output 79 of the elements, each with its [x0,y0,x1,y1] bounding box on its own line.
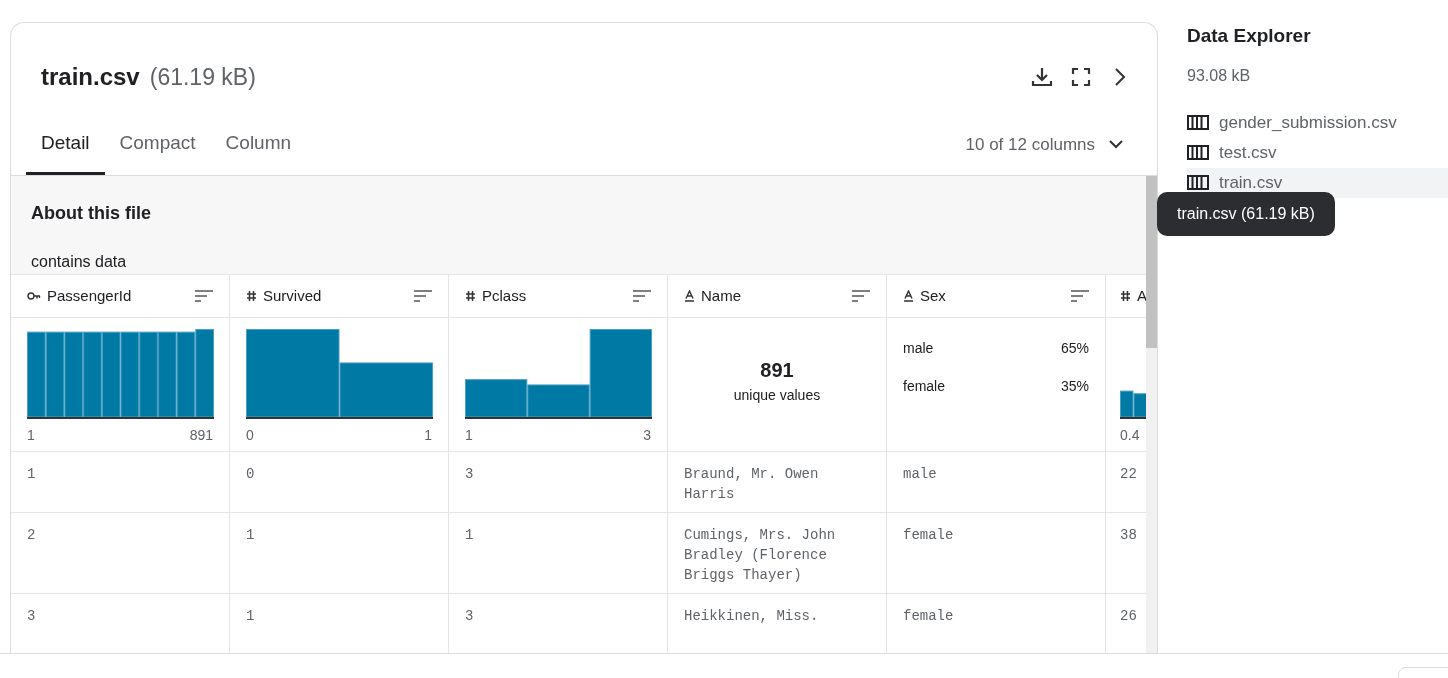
file-name: gender_submission.csv [1219,111,1397,134]
table-icon [1187,175,1209,190]
range-max-label: 3 [643,426,651,445]
table-cell-text: Heikkinen, Miss. [684,607,820,626]
file-title: train.csv [41,62,140,92]
table-icon [1187,115,1209,130]
file-item[interactable]: train.csv [1187,167,1448,198]
column-name: PassengerId [47,285,132,306]
table-cell-text: Braund, Mr. Owen Harris [684,465,820,504]
table-icon [1187,145,1209,160]
tab[interactable]: Compact [104,128,211,175]
table-cell-text: 38 [1120,526,1138,545]
chevron-down-icon [1109,139,1123,149]
range-min-label: 1 [465,426,473,445]
column-header[interactable]: Sex [887,275,1106,318]
table-cell-text: 1 [246,607,256,626]
table-cell-text: 0 [246,465,256,484]
sort-icon[interactable] [1071,290,1089,302]
table-cell-text: 1 [246,526,256,545]
explorer-title: Data Explorer [1187,24,1312,48]
column-name: Pclass [482,285,527,306]
tooltip: train.csv (61.19 kB) [1157,192,1335,236]
hash-icon [1120,290,1131,302]
text-type-icon [684,290,695,302]
column-name: Survived [263,285,322,306]
about-text: contains data [31,252,128,272]
table-cell-text: 3 [465,607,475,626]
download-icon[interactable] [1031,66,1053,88]
column-picker[interactable]: 10 of 12 columns [965,131,1123,175]
table-cell-text: 3 [465,465,475,484]
table-cell-text: 1 [27,465,37,484]
table-cell-text: 1 [465,526,475,545]
column-header[interactable]: Name [668,275,887,318]
range-min-label: 0.4 [1120,426,1140,445]
table-cell-text: 3 [27,607,37,626]
table-cell-text: 22 [1120,465,1138,484]
category-share: 65% [1060,339,1089,358]
range-max-label: 891 [189,426,213,445]
table-cell-text: female [903,526,955,545]
hash-icon [465,290,476,302]
column-name: Name [701,285,741,306]
file-item[interactable]: test.csv [1187,137,1448,168]
file-name: train.csv [1219,171,1283,194]
category-share: 35% [1060,377,1089,396]
table-cell-text: male [903,465,938,484]
hash-icon [246,290,257,302]
sort-icon[interactable] [852,290,870,302]
table-cell-text: Cumings, Mrs. John Bradley (Florence Briggs Thayer) [684,526,837,585]
unique-count: 891 [760,358,794,383]
unique-label: unique values [733,386,821,405]
axis-line [1120,417,1146,419]
sort-icon[interactable] [633,290,651,302]
about-title: About this file [31,202,152,225]
histogram-bar [1120,390,1134,418]
key-icon [27,291,41,301]
column-header[interactable]: PassengerId [11,275,230,318]
sort-icon[interactable] [414,290,432,302]
column-header[interactable]: Survived [230,275,449,318]
fullscreen-icon[interactable] [1071,67,1091,87]
file-size: (61.19 kB) [149,63,256,92]
sort-icon[interactable] [195,290,213,302]
tab[interactable]: Column [210,128,307,175]
explorer-size: 93.08 kB [1187,65,1252,86]
table-cell-text: 2 [27,526,37,545]
file-item[interactable]: gender_submission.csv [1187,107,1448,138]
range-min-label: 1 [27,426,35,445]
range-min-label: 0 [246,426,254,445]
histogram-bar [465,379,528,418]
text-type-icon [903,290,914,302]
range-max-label: 1 [424,426,432,445]
category-label: female [903,377,946,396]
column-header[interactable]: Pclass [449,275,668,318]
scrollbar-thumb[interactable] [1146,176,1157,348]
file-name: test.csv [1219,141,1277,164]
table-cell-text: female [903,607,955,626]
category-label: male [903,339,934,358]
table-cell-text: 26 [1120,607,1138,626]
column-name: A [1137,285,1146,306]
column-name: Sex [920,285,946,306]
